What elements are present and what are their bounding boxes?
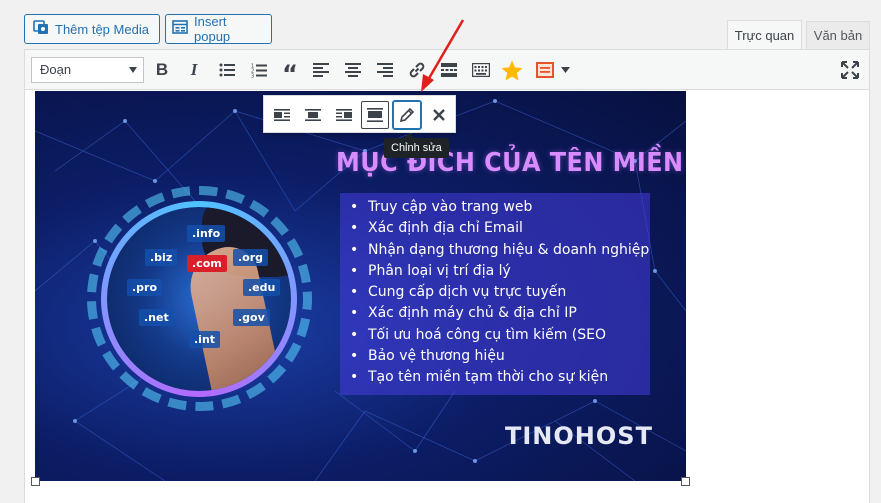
edit-tooltip: Chỉnh sửa xyxy=(384,133,449,158)
media-icon xyxy=(33,19,49,39)
list-item: Tối ưu hoá công cụ tìm kiếm (SEO xyxy=(350,325,650,346)
align-center-icon xyxy=(345,63,361,77)
image-align-right-button[interactable] xyxy=(330,101,358,129)
align-right-button[interactable] xyxy=(374,59,396,81)
list-item: Phân loại vị trí địa lý xyxy=(350,261,650,282)
editor-content[interactable]: .info .biz .com .org .pro .edu .net .gov… xyxy=(25,91,869,503)
list-item: Bảo vệ thương hiệu xyxy=(350,346,650,367)
svg-text:3: 3 xyxy=(251,73,254,78)
insert-popup-button[interactable]: Insert popup xyxy=(165,14,272,44)
bulleted-list-button[interactable] xyxy=(216,59,238,81)
tld-label: .com xyxy=(187,255,227,272)
format-select-value: Đoạn xyxy=(40,62,72,77)
image-toolbar xyxy=(263,95,456,133)
purpose-list-box: Truy cập vào trang web Xác định địa chỉ … xyxy=(340,193,650,395)
popup-icon xyxy=(172,20,188,38)
align-center-button[interactable] xyxy=(342,59,364,81)
fullscreen-button[interactable] xyxy=(839,59,861,81)
domain-circle: .info .biz .com .org .pro .edu .net .gov… xyxy=(101,201,297,397)
format-select[interactable]: Đoạn xyxy=(31,57,144,83)
star-button[interactable] xyxy=(501,59,523,81)
shortcode-dropdown[interactable] xyxy=(558,59,572,81)
align-right-icon xyxy=(336,109,352,121)
numbered-list-icon: 123 xyxy=(251,63,267,78)
tld-label: .biz xyxy=(145,249,178,266)
caret-down-icon xyxy=(560,67,570,73)
list-item: Truy cập vào trang web xyxy=(350,197,650,218)
image-edit-button[interactable] xyxy=(393,101,421,129)
align-left-icon xyxy=(274,109,290,121)
shortcode-button[interactable] xyxy=(534,59,556,81)
add-media-button[interactable]: Thêm tệp Media xyxy=(24,14,160,44)
insert-popup-label: Insert popup xyxy=(194,14,231,44)
image-align-left-button[interactable] xyxy=(268,101,296,129)
list-item: Cung cấp dịch vụ trực tuyến xyxy=(350,282,650,303)
resize-handle-bottom-left[interactable] xyxy=(31,477,40,486)
tld-label: .int xyxy=(189,331,221,348)
close-icon xyxy=(433,109,445,121)
tld-label: .edu xyxy=(243,279,281,296)
bulleted-list-icon xyxy=(219,63,235,77)
read-more-button[interactable] xyxy=(438,59,460,81)
tld-label: .pro xyxy=(127,279,163,296)
bold-button[interactable]: B xyxy=(151,59,173,81)
list-item: Xác định máy chủ & địa chỉ IP xyxy=(350,303,650,324)
shortcode-icon xyxy=(536,62,554,78)
brand-logo: TINOHOST xyxy=(505,422,653,450)
image-align-center-button[interactable] xyxy=(299,101,327,129)
align-right-icon xyxy=(377,63,393,77)
keyboard-icon xyxy=(472,63,490,77)
insert-link-button[interactable] xyxy=(406,59,428,81)
editor-toolbar: Đoạn B I 123 “ xyxy=(25,50,869,90)
tld-label: .info xyxy=(187,225,226,242)
image-align-none-button[interactable] xyxy=(361,101,389,129)
post-editor-screen: Thêm tệp Media Insert popup Trực quan Vă… xyxy=(0,0,881,503)
align-left-button[interactable] xyxy=(310,59,332,81)
blockquote-button[interactable]: “ xyxy=(279,59,301,88)
fullscreen-icon xyxy=(841,61,859,79)
tab-visual[interactable]: Trực quan xyxy=(727,20,802,50)
pencil-icon xyxy=(399,107,415,123)
list-item: Xác định địa chỉ Email xyxy=(350,218,650,239)
chevron-down-icon xyxy=(129,67,137,73)
read-more-icon xyxy=(441,63,457,77)
italic-button[interactable]: I xyxy=(183,59,205,81)
numbered-list-button[interactable]: 123 xyxy=(248,59,270,81)
link-icon xyxy=(409,62,425,78)
toolbar-toggle-button[interactable] xyxy=(470,59,492,81)
align-left-icon xyxy=(313,63,329,77)
add-media-label: Thêm tệp Media xyxy=(55,21,149,37)
align-center-icon xyxy=(305,109,321,121)
align-none-icon xyxy=(367,108,383,122)
post-image[interactable]: .info .biz .com .org .pro .edu .net .gov… xyxy=(35,91,686,481)
tld-label: .org xyxy=(233,249,269,266)
star-icon xyxy=(501,60,523,80)
list-item: Nhận dạng thương hiệu & doanh nghiệp xyxy=(350,240,650,261)
tld-label: .gov xyxy=(233,309,270,326)
editor-frame: Đoạn B I 123 “ .info .biz .com .org .pro… xyxy=(24,49,870,503)
tld-label: .net xyxy=(139,309,174,326)
image-remove-button[interactable] xyxy=(425,101,453,129)
resize-handle-bottom-right[interactable] xyxy=(681,477,690,486)
list-item: Tạo tên miền tạm thời cho sự kiện xyxy=(350,367,650,388)
tab-text[interactable]: Văn bản xyxy=(806,21,870,49)
